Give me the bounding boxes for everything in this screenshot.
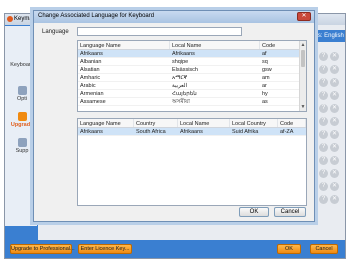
table-row[interactable]: Assamese অসমীয়া as	[78, 98, 306, 106]
language-header: ts: English	[315, 30, 345, 42]
help-icon[interactable]: ?	[319, 182, 328, 191]
close-icon[interactable]: ✕	[297, 12, 311, 21]
language-label: Language	[42, 29, 69, 35]
language-name-cell: Alsatian	[80, 67, 100, 73]
code-cell: sq	[262, 59, 268, 65]
local-country-cell: Suid Afrika	[232, 129, 259, 135]
table-row[interactable]: Armenian Հայերեն hy	[78, 90, 306, 98]
language-list-header: Language Name Local Name Code	[78, 41, 306, 50]
local-name-cell: Afrikaans	[172, 51, 195, 57]
country-cell: South Africa	[136, 129, 166, 135]
remove-icon[interactable]: ✕	[330, 182, 339, 191]
code-cell: am	[262, 75, 270, 81]
sidebar-item-label: Opti	[16, 96, 28, 102]
help-icon[interactable]: ?	[319, 143, 328, 152]
remove-icon[interactable]: ✕	[330, 52, 339, 61]
column-header-code[interactable]: Code	[278, 119, 306, 127]
change-language-dialog: Change Associated Language for Keyboard …	[33, 10, 315, 222]
local-name-cell: অসমীয়া	[172, 99, 190, 105]
code-cell: hy	[262, 91, 268, 97]
language-list-scrollbar[interactable]: ▲ ▼	[299, 41, 306, 111]
language-name-cell: Afrikaans	[80, 51, 103, 57]
language-name-cell: Albanian	[80, 59, 102, 65]
help-icon[interactable]: ?	[319, 195, 328, 204]
table-row[interactable]: Afrikaans Afrikaans af	[78, 50, 306, 58]
scroll-thumb[interactable]	[301, 50, 305, 67]
local-name-cell: shqipe	[172, 59, 189, 65]
column-header-country[interactable]: Country	[134, 119, 178, 127]
help-icon[interactable]: ?	[319, 130, 328, 139]
column-header-local-country[interactable]: Local Country	[230, 119, 278, 127]
scroll-up-icon[interactable]: ▲	[300, 42, 306, 48]
remove-icon[interactable]: ✕	[330, 156, 339, 165]
local-name-cell: العربية	[172, 83, 188, 89]
remove-icon[interactable]: ✕	[330, 169, 339, 178]
locale-list-header: Language Name Country Local Name Local C…	[78, 119, 306, 128]
remove-icon[interactable]: ✕	[330, 65, 339, 74]
remove-icon[interactable]: ✕	[330, 117, 339, 126]
code-cell: af-ZA	[280, 129, 294, 135]
column-header-language-name[interactable]: Language Name	[78, 41, 170, 49]
column-header-language-name[interactable]: Language Name	[78, 119, 134, 127]
support-icon	[17, 138, 27, 147]
column-header-local-name[interactable]: Local Name	[170, 41, 260, 49]
local-name-cell: Afrikaans	[180, 129, 203, 135]
dialog-title: Change Associated Language for Keyboard	[38, 13, 155, 19]
table-row[interactable]: Alsatian Elsässisch gsw	[78, 66, 306, 74]
upgrade-to-professional-button[interactable]: Upgrade to Professional...	[10, 244, 75, 254]
help-icon[interactable]: ?	[319, 78, 328, 87]
help-icon[interactable]: ?	[319, 169, 328, 178]
language-search-input[interactable]	[77, 27, 242, 36]
code-cell: ar	[262, 83, 267, 89]
table-row[interactable]: Amharic አማርኛ am	[78, 74, 306, 82]
options-icon	[17, 86, 27, 95]
help-icon[interactable]: ?	[319, 52, 328, 61]
table-row[interactable]: Arabic العربية ar	[78, 82, 306, 90]
upgrade-icon	[17, 112, 27, 121]
remove-icon[interactable]: ✕	[330, 78, 339, 87]
remove-icon[interactable]: ✕	[330, 143, 339, 152]
sidebar-item-label: Keyboard	[10, 62, 34, 68]
local-name-cell: Elsässisch	[172, 67, 198, 73]
remove-icon[interactable]: ✕	[330, 104, 339, 113]
table-row[interactable]: Albanian shqipe sq	[78, 58, 306, 66]
column-header-local-name[interactable]: Local Name	[178, 119, 230, 127]
language-name-cell: Arabic	[80, 83, 96, 89]
remove-icon[interactable]: ✕	[330, 130, 339, 139]
language-list[interactable]: Language Name Local Name Code Afrikaans …	[77, 40, 307, 112]
help-icon[interactable]: ?	[319, 104, 328, 113]
cancel-button[interactable]: Cancel	[274, 207, 306, 217]
bottom-bar: Upgrade to Professional... Enter Licence…	[5, 240, 345, 258]
enter-licence-key-button[interactable]: Enter Licence Key...	[78, 244, 132, 254]
local-name-cell: አማርኛ	[172, 75, 188, 81]
scroll-down-icon[interactable]: ▼	[300, 104, 306, 110]
column-header-code[interactable]: Code	[260, 41, 300, 49]
language-name-cell: Assamese	[80, 99, 106, 105]
language-name-cell: Amharic	[80, 75, 101, 81]
main-cancel-button[interactable]: Cancel	[310, 244, 338, 254]
keyman-app-icon	[7, 16, 13, 22]
remove-icon[interactable]: ✕	[330, 91, 339, 100]
keyboard-action-icons: ? ✕ ? ✕ ? ✕ ? ✕ ? ✕ ? ✕ ? ✕ ? ✕ ? ✕ ? ✕ ? ✕ ? ✕	[319, 52, 341, 208]
sidebar-item-label: Upgrade	[10, 122, 34, 128]
locale-list[interactable]: Language Name Country Local Name Local C…	[77, 118, 307, 206]
code-cell: gsw	[262, 67, 272, 73]
sidebar-item-label: Supp	[15, 148, 29, 154]
code-cell: af	[262, 51, 267, 57]
help-icon[interactable]: ?	[319, 65, 328, 74]
remove-icon[interactable]: ✕	[330, 195, 339, 204]
dialog-titlebar[interactable]: Change Associated Language for Keyboard …	[34, 11, 314, 23]
language-name-cell: Afrikaans	[80, 129, 103, 135]
help-icon[interactable]: ?	[319, 156, 328, 165]
help-icon[interactable]: ?	[319, 91, 328, 100]
local-name-cell: Հայերեն	[172, 91, 197, 97]
ok-button[interactable]: OK	[239, 207, 269, 217]
help-icon[interactable]: ?	[319, 117, 328, 126]
table-row[interactable]: Afrikaans South Africa Afrikaans Suid Af…	[78, 128, 306, 136]
language-name-cell: Armenian	[80, 91, 104, 97]
code-cell: as	[262, 99, 268, 105]
main-ok-button[interactable]: OK	[277, 244, 301, 254]
